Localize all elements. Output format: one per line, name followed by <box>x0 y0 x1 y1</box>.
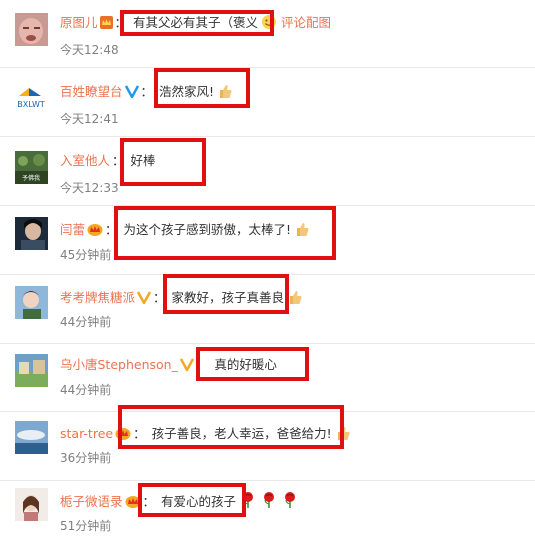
timestamp: 今天12:33 <box>60 181 119 195</box>
v-verified-badge-icon[interactable] <box>124 84 139 104</box>
username-link[interactable]: 栀子微语录 <box>60 494 123 509</box>
rose-emoji-icon <box>281 491 299 515</box>
avatar[interactable]: 予佛我 <box>15 151 48 184</box>
svg-text:予佛我: 予佛我 <box>22 174 40 182</box>
avatar[interactable] <box>15 217 48 250</box>
highlight-box <box>120 138 206 186</box>
avatar[interactable] <box>15 13 48 46</box>
comment-item: BXLWT 百姓瞭望台：浩然家风! 今天12:41 <box>0 69 535 137</box>
username-link[interactable]: 闫蕾 <box>60 222 85 237</box>
highlight-box <box>138 483 246 517</box>
highlight-box <box>196 347 309 381</box>
v-yellow-badge-icon[interactable] <box>136 290 152 310</box>
comment-item: 栀子微语录：有爱心的孩子 51分钟前 <box>0 481 535 537</box>
highlight-box <box>163 274 289 314</box>
comment-image-link[interactable]: 评论配图 <box>281 15 331 30</box>
timestamp: 36分钟前 <box>60 451 112 465</box>
username-link[interactable]: 乌小唐Stephenson_ <box>60 357 178 372</box>
v-yellow-badge-icon[interactable] <box>179 357 194 377</box>
timestamp: 51分钟前 <box>60 519 112 533</box>
comment-item: 予佛我 入室他人：好棒 今天12:33 <box>0 138 535 206</box>
timestamp: 今天12:48 <box>60 43 119 57</box>
avatar[interactable] <box>15 421 48 454</box>
timestamp: 45分钟前 <box>60 248 112 262</box>
rose-emoji-icon <box>260 491 278 515</box>
highlight-box <box>114 206 336 260</box>
username-link[interactable]: 百姓瞭望台 <box>60 84 123 99</box>
avatar[interactable] <box>15 488 48 521</box>
timestamp: 44分钟前 <box>60 383 112 397</box>
thumbs-up-emoji-icon <box>287 289 303 311</box>
highlight-box <box>154 68 250 108</box>
username-link[interactable]: 原图儿 <box>60 15 98 30</box>
avatar[interactable] <box>15 286 48 319</box>
username-link[interactable]: 入室他人 <box>60 153 110 168</box>
crown-badge-icon[interactable] <box>99 15 113 35</box>
avatar[interactable] <box>15 354 48 387</box>
highlight-box <box>118 405 344 449</box>
username-link[interactable]: star-tree <box>60 426 113 441</box>
avatar[interactable]: BXLWT <box>15 82 48 115</box>
highlight-box <box>120 10 274 36</box>
username-link[interactable]: 考考牌焦糖派 <box>60 290 135 305</box>
timestamp: 今天12:41 <box>60 112 119 126</box>
timestamp: 44分钟前 <box>60 315 112 329</box>
svg-text:BXLWT: BXLWT <box>17 100 45 109</box>
vip-crown-badge-icon[interactable] <box>87 222 103 242</box>
